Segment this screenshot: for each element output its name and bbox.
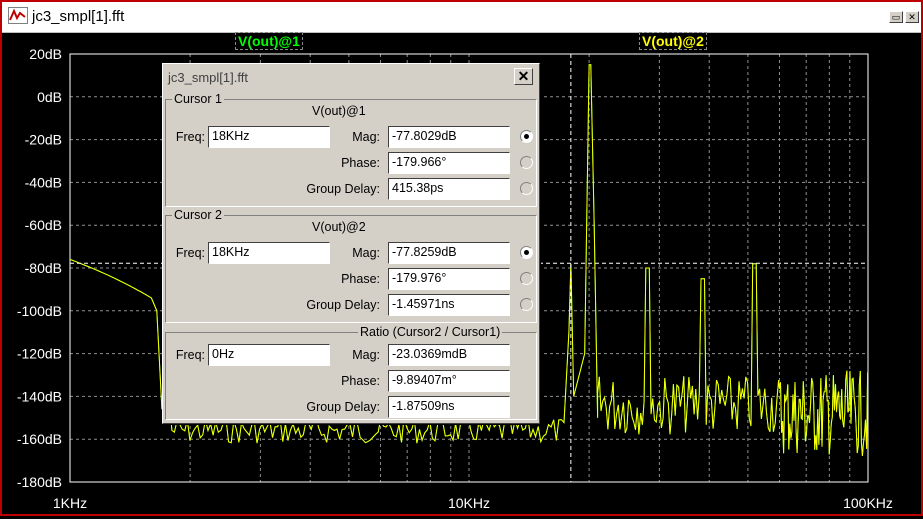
ratio-phase-field[interactable]: -9.89407m° [388, 370, 510, 392]
cursor2-phase-label: Phase: [341, 272, 380, 286]
ratio-freq-label: Freq: [175, 348, 205, 362]
cursor1-group-label: Cursor 1 [172, 92, 224, 106]
y-tick-label: -120dB [17, 346, 62, 362]
cursor1-mag-label: Mag: [352, 130, 380, 144]
cursor2-mag-field[interactable]: -77.8259dB [388, 242, 510, 264]
cursor1-trace-name: V(out)@1 [312, 104, 366, 118]
y-tick-label: -180dB [17, 474, 62, 490]
cursor1-group: Cursor 1 V(out)@1 Freq: 18KHz Mag: -77.8… [165, 92, 537, 207]
ratio-gd-field[interactable]: -1.87509ns [388, 396, 510, 418]
cursor1-phase-field[interactable]: -179.966° [388, 152, 510, 174]
restore-button[interactable]: ▭ [889, 11, 903, 23]
close-window-button[interactable]: ✕ [905, 11, 919, 23]
cursor1-mag-radio[interactable] [520, 130, 533, 143]
trace-label-1[interactable]: V(out)@1 [235, 32, 303, 50]
cursor1-freq-label: Freq: [175, 130, 205, 144]
cursor2-gd-radio[interactable] [520, 298, 533, 311]
trace-label-2[interactable]: V(out)@2 [639, 32, 707, 50]
cursor2-gd-field[interactable]: -1.45971ns [388, 294, 510, 316]
cursor2-group-label: Cursor 2 [172, 208, 224, 222]
cursor2-phase-radio[interactable] [520, 272, 533, 285]
cursor2-trace-name: V(out)@2 [312, 220, 366, 234]
ratio-group: Ratio (Cursor2 / Cursor1) Freq: 0Hz Mag:… [165, 325, 537, 420]
y-tick-label: -80dB [25, 260, 62, 276]
cursor1-freq-field[interactable]: 18KHz [208, 126, 330, 148]
x-tick-label: 10KHz [448, 495, 490, 511]
cursor2-group: Cursor 2 V(out)@2 Freq: 18KHz Mag: -77.8… [165, 208, 537, 323]
x-tick-label: 1KHz [53, 495, 87, 511]
cursor1-gd-radio[interactable] [520, 182, 533, 195]
cursor1-phase-radio[interactable] [520, 156, 533, 169]
cursor2-freq-label: Freq: [175, 246, 205, 260]
y-tick-label: -40dB [25, 174, 62, 190]
y-tick-label: -60dB [25, 217, 62, 233]
ratio-group-label: Ratio (Cursor2 / Cursor1) [358, 325, 503, 339]
ratio-mag-field[interactable]: -23.0369mdB [388, 344, 510, 366]
cursor1-gd-field[interactable]: 415.38ps [388, 178, 510, 200]
window-title: jc3_smpl[1].fft [32, 8, 125, 25]
ratio-gd-label: Group Delay: [306, 400, 380, 414]
ratio-phase-label: Phase: [341, 374, 380, 388]
ratio-freq-field[interactable]: 0Hz [208, 344, 330, 366]
cursor1-mag-field[interactable]: -77.8029dB [388, 126, 510, 148]
y-tick-label: -20dB [25, 132, 62, 148]
y-tick-label: -140dB [17, 388, 62, 404]
cursor2-freq-field[interactable]: 18KHz [208, 242, 330, 264]
ratio-mag-label: Mag: [352, 348, 380, 362]
cursor2-mag-label: Mag: [352, 246, 380, 260]
cursor2-gd-label: Group Delay: [306, 298, 380, 312]
cursor2-phase-field[interactable]: -179.976° [388, 268, 510, 290]
dialog-title: jc3_smpl[1].fft [168, 70, 248, 85]
x-tick-label: 100KHz [843, 495, 893, 511]
dialog-titlebar[interactable]: jc3_smpl[1].fft ✕ [165, 66, 537, 88]
y-tick-label: -100dB [17, 303, 62, 319]
cursor-dialog: jc3_smpl[1].fft ✕ Cursor 1 V(out)@1 Freq… [162, 63, 540, 424]
cursor1-gd-label: Group Delay: [306, 182, 380, 196]
cursor2-mag-radio[interactable] [520, 246, 533, 259]
window-titlebar[interactable]: jc3_smpl[1].fft ▭ ✕ [2, 2, 921, 33]
y-tick-label: 20dB [29, 46, 62, 62]
y-tick-label: -160dB [17, 431, 62, 447]
dialog-close-button[interactable]: ✕ [514, 68, 533, 85]
waveform-app-icon [8, 7, 28, 24]
cursor1-phase-label: Phase: [341, 156, 380, 170]
y-tick-label: 0dB [37, 89, 62, 105]
